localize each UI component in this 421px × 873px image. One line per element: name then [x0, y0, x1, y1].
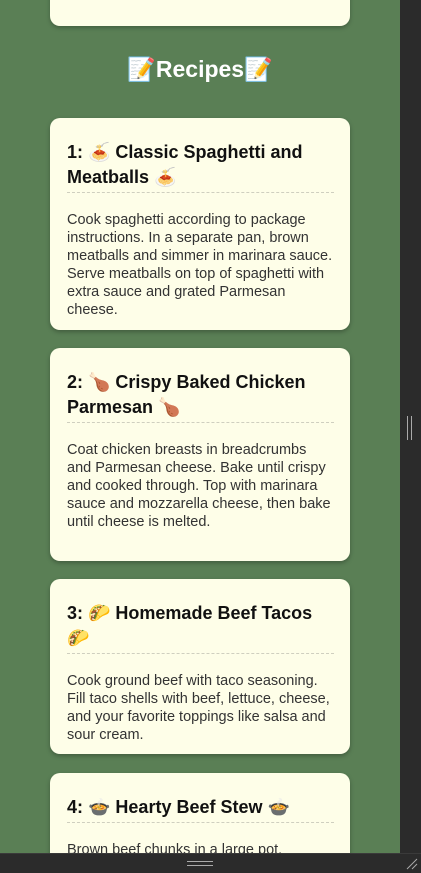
- recipe-description: Cook ground beef with taco seasoning. Fi…: [67, 673, 330, 743]
- recipe-card: 3: 🌮 Homemade Beef Tacos 🌮 Cook ground b…: [50, 579, 350, 754]
- resize-corner-icon[interactable]: [406, 858, 418, 870]
- horizontal-resize-bar[interactable]: [0, 853, 421, 873]
- recipe-card: 2: 🍗 Crispy Baked Chicken Parmesan 🍗 Coa…: [50, 348, 350, 561]
- horizontal-resize-handle[interactable]: [187, 861, 213, 866]
- recipe-description: Brown beef chunks in a large pot.: [67, 842, 283, 853]
- page-viewport: 📝Recipes📝 1: 🍝 Classic Spaghetti and Mea…: [0, 0, 400, 853]
- recipe-description: Cook spaghetti according to package inst…: [67, 212, 333, 318]
- recipes-heading: 📝Recipes📝: [127, 56, 273, 82]
- recipe-card: 1: 🍝 Classic Spaghetti and Meatballs 🍝 C…: [50, 118, 350, 330]
- recipe-title: 4: 🍲 Hearty Beef Stew 🍲: [67, 795, 334, 823]
- recipe-title: 3: 🌮 Homemade Beef Tacos 🌮: [67, 601, 334, 654]
- vertical-resize-handle[interactable]: [407, 416, 412, 440]
- recipe-title: 1: 🍝 Classic Spaghetti and Meatballs 🍝: [67, 140, 334, 193]
- vertical-scrollbar[interactable]: [400, 0, 421, 853]
- recipe-description: Coat chicken breasts in breadcrumbs and …: [67, 442, 331, 530]
- recipe-title: 2: 🍗 Crispy Baked Chicken Parmesan 🍗: [67, 370, 334, 423]
- recipe-card: 4: 🍲 Hearty Beef Stew 🍲 Brown beef chunk…: [50, 773, 350, 853]
- previous-card: [50, 0, 350, 26]
